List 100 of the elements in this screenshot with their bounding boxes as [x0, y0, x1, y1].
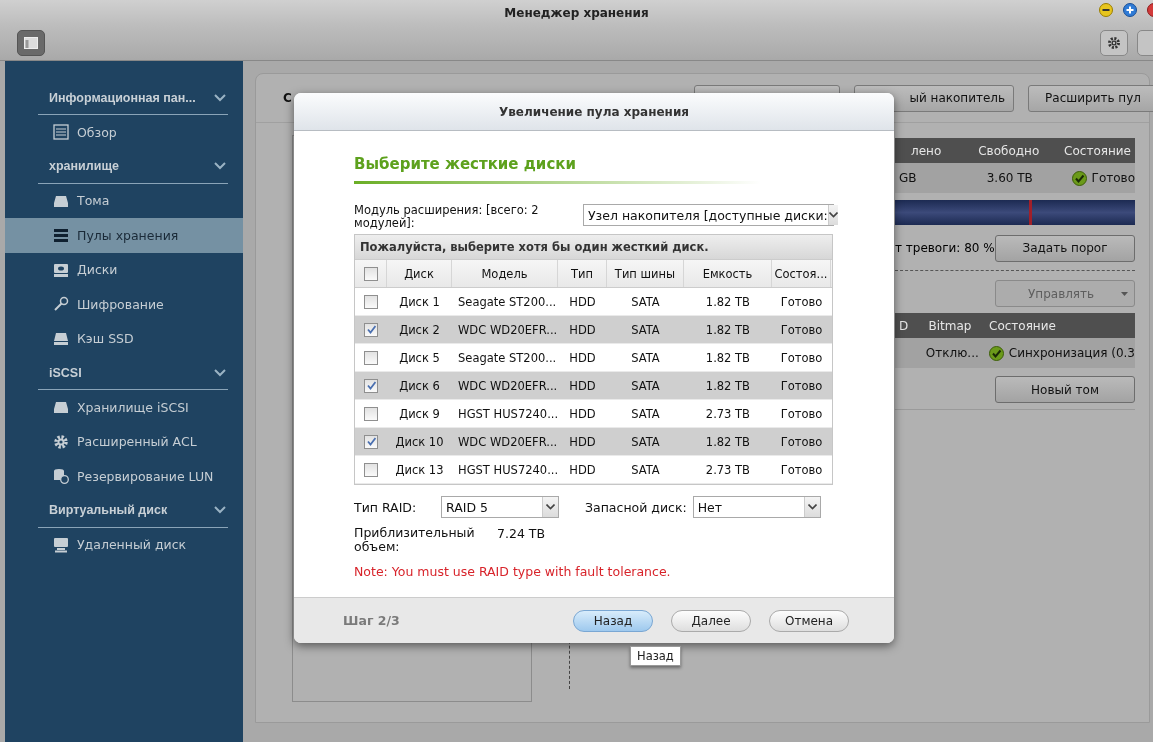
table-cell-text: SATA [630, 350, 661, 365]
table-cell-text: HDD [568, 462, 597, 477]
checkbox[interactable] [364, 294, 378, 309]
column-header: Тип шины [607, 260, 684, 287]
sidebar-item[interactable]: Хранилище iSCSI [5, 390, 243, 425]
step-indicator: Шаг 2/3 [343, 613, 401, 628]
table-cell-text: Диск 6 [398, 378, 441, 393]
column-header: Состоя... [772, 260, 831, 287]
list-icon [53, 124, 69, 141]
table-cell-text: WDC WD20EFR... [457, 434, 558, 449]
table-cell-text: SATA [630, 462, 661, 477]
capacity-value: 7.24 TB [497, 526, 546, 543]
table-cell-text: Seagate ST200... [457, 294, 558, 309]
threshold-marker [1029, 200, 1032, 225]
table-cell-text: Готово [779, 294, 824, 309]
column-header: Состояние [1063, 143, 1132, 158]
column-header: Модель [452, 260, 558, 287]
new-volume-button[interactable]: Новый том [995, 376, 1135, 403]
table-cell-text: 1.82 TB [704, 378, 751, 393]
table-cell-text: HDD [568, 406, 597, 421]
table-cell-text: Диск 9 [398, 406, 441, 421]
status-text: Готово [1091, 171, 1135, 185]
sidebar-item[interactable]: Шифрование [5, 287, 243, 322]
set-threshold-button[interactable]: Задать порог [995, 234, 1135, 262]
table-cell-text: HDD [568, 322, 597, 337]
field-label: Приблизительный объем: [354, 526, 476, 554]
table-cell-text: Готово [779, 406, 824, 421]
checkbox[interactable] [364, 434, 378, 449]
sidebar-item[interactable]: Резервирование LUN [5, 459, 243, 494]
check-icon [988, 345, 1004, 361]
table-cell-text: Готово [779, 350, 824, 365]
sidebar-item[interactable]: Кэш SSD [5, 321, 243, 356]
column-header: Тип [558, 260, 607, 287]
sidebar-item[interactable]: Обзор [5, 115, 243, 150]
checkbox[interactable] [364, 322, 378, 337]
alert-threshold-text: т тревоги: 80 % [895, 241, 995, 255]
panel-icon [24, 36, 38, 49]
column-header: Емкость [684, 260, 772, 287]
group-label: iSCSI [49, 365, 82, 380]
disk-icon [53, 261, 69, 278]
table-cell-text: Диск 5 [398, 350, 441, 365]
sidebar-item[interactable]: Расширенный ACL [5, 424, 243, 459]
checkbox[interactable] [364, 350, 378, 365]
table-cell-text: Диск 2 [398, 322, 441, 337]
sidebar-group-header[interactable]: Информационная пан... [38, 81, 228, 115]
checkbox[interactable] [364, 462, 378, 477]
table-cell-text: HDD [568, 350, 597, 365]
dialog-button[interactable]: Отмена [769, 609, 849, 632]
toolbar-button[interactable]: Расширить пул [1028, 84, 1153, 112]
database-icon [53, 468, 69, 485]
dialog-button[interactable]: Назад [573, 609, 653, 632]
table-row[interactable]: Диск 10 WDC WD20EFR... HDD SATA 1.82 TB Готово [355, 428, 832, 456]
table-cell-text: SATA [630, 294, 661, 309]
checkmark-icon [366, 325, 376, 334]
table-cell-text: SATA [630, 434, 661, 449]
monitor-icon [53, 536, 69, 553]
table-cell-text: SATA [630, 322, 661, 337]
table-cell-text: Диск 13 [394, 462, 445, 477]
sidebar-group-header[interactable]: iSCSI [38, 356, 228, 390]
table-row[interactable]: Диск 2 WDC WD20EFR... HDD SATA 1.82 TB Готово [355, 316, 832, 344]
column-header: лено [910, 143, 943, 158]
table-cell-text: HDD [568, 378, 597, 393]
table-cell-text: SATA [630, 378, 661, 393]
checkbox[interactable] [364, 406, 378, 421]
table-cell-text: Диск 1 [398, 294, 441, 309]
table-cell-text: 1.82 TB [704, 434, 751, 449]
table-cell-text: Готово [779, 322, 824, 337]
checkbox[interactable] [363, 266, 378, 281]
sidebar-item[interactable]: Удаленный диск [5, 527, 243, 562]
chevron-icon [214, 368, 226, 377]
raid-dropdown[interactable]: RAID 5 [441, 496, 559, 518]
gear-icon [53, 433, 69, 450]
key-icon [53, 296, 69, 313]
warning-note: Note: You must use RAID type with fault tolerance. [354, 564, 672, 579]
sidebar-group-header[interactable]: Виртуальный диск [38, 493, 228, 528]
status-text: Синхронизация (0.3 [1008, 346, 1135, 360]
sidebar-toggle-button[interactable] [17, 29, 45, 56]
step-heading: Выберите жесткие диски [354, 155, 760, 184]
table-cell-text: 1.82 TB [704, 322, 751, 337]
table-cell-text: 2.73 TB [704, 406, 751, 421]
sidebar-item[interactable]: Диски [5, 252, 243, 287]
maximize-icon [1123, 3, 1137, 17]
table-cell-text: WDC WD20EFR... [457, 322, 558, 337]
checkmark-icon [366, 381, 376, 390]
checkbox[interactable] [364, 378, 378, 393]
settings-button[interactable] [1100, 29, 1128, 56]
checkmark-icon [366, 437, 376, 446]
dialog-title: Увеличение пула хранения [499, 104, 689, 119]
sidebar-item[interactable]: Пулы хранения [5, 218, 243, 253]
table-row[interactable]: Диск 6 WDC WD20EFR... HDD SATA 1.82 TB Готово [355, 372, 832, 400]
column-header: D [898, 318, 910, 333]
spare-disk-dropdown[interactable]: Нет [692, 496, 821, 518]
group-label: Информационная пан... [49, 90, 196, 105]
caret-icon [807, 504, 817, 510]
dialog-button[interactable]: Далее [671, 609, 751, 632]
field-label: Тип RAID: [354, 499, 418, 515]
sidebar-item[interactable]: Тома [5, 183, 243, 218]
sidebar-group-header[interactable]: хранилище [38, 149, 228, 184]
column-header: Bitmap [927, 318, 973, 333]
group-label: Виртуальный диск [49, 503, 168, 517]
